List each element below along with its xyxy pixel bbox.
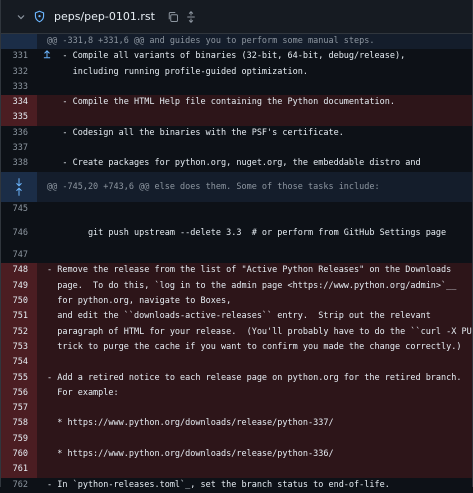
diff-line: 747 [1,248,472,264]
line-number: 750 [1,294,37,310]
line-number: 755 [1,370,37,386]
line-number: 760 [1,447,37,463]
line-number: 751 [1,309,37,325]
line-number: 337 [12,143,28,154]
diff-line: 332 including running profile-guided opt… [1,64,472,80]
diff-line: 745 [1,202,472,218]
diff-line: 746 git push upstream --delete 3.3 # or … [1,217,472,249]
deleted-line: 759 [1,431,472,448]
file-path[interactable]: peps/pep-0101.rst [54,10,155,23]
line-number: 334 [1,95,37,111]
line-number: 746 [12,227,28,238]
deleted-line: 754 [1,355,472,371]
deleted-line: 756 For example: [1,385,472,402]
deleted-line: 335 [1,110,472,126]
line-code: including running profile-guided optimiz… [47,66,308,77]
expand-all-icon[interactable] [185,10,197,23]
line-number: 758 [1,416,37,432]
deleted-line: 760 * https://www.python.org/downloads/r… [1,447,472,463]
copy-icon[interactable] [167,11,179,23]
line-code: For example: [37,385,472,402]
expand-both-icon[interactable] [1,171,37,203]
line-code: for python.org, navigate to Boxes, [37,294,472,310]
diff-line: 331 - Compile all variants of binaries (… [1,49,472,65]
line-code [37,355,472,371]
line-number: 745 [12,204,28,215]
line-number: 747 [12,250,28,261]
file-shield-icon [33,10,46,23]
line-number: 331 [12,51,28,62]
diff-line: 336 - Codesign all the binaries with the… [1,125,472,142]
line-code: page. To do this, `log in to the admin p… [37,278,472,295]
line-number: 761 [1,462,37,478]
line-code: and edit the ``downloads-active-releases… [37,309,472,325]
hunk-header: @@ -745,20 +743,6 @@ else does them. Som… [1,171,472,203]
line-number: 748 [1,263,37,279]
deleted-line: 751 and edit the ``downloads-active-rele… [1,309,472,325]
line-number: 753 [1,339,37,356]
file-header: peps/pep-0101.rst [1,0,472,34]
diff-line: 338 - Create packages for python.org, nu… [1,156,472,172]
line-number: 762 [12,479,28,490]
line-code: - Remove the release from the list of "A… [37,263,472,279]
line-number: 749 [1,278,37,295]
hunk-text: @@ -331,8 +331,6 @@ and guides you to pe… [37,34,472,50]
line-code: paragraph of HTML for your release. (You… [37,324,472,340]
deleted-line: 753 trick to purge the cache if you want… [1,339,472,356]
diff-line: 762 - In `python-releases.toml`_, set the… [1,477,472,493]
chevron-down-icon[interactable] [15,11,27,23]
diff-line: 337 [1,141,472,157]
deleted-line: 755- Add a retired notice to each releas… [1,370,472,386]
line-code: git push upstream --delete 3.3 # or perf… [47,227,447,238]
deleted-line: 757 [1,401,472,417]
line-code: - Compile the HTML Help file containing … [37,95,472,111]
diff-line: 333 [1,79,472,96]
hunk-text: @@ -745,20 +743,6 @@ else does them. Som… [37,171,472,203]
line-code: - In `python-releases.toml`_, set the br… [47,479,390,490]
line-number: 336 [12,127,28,138]
line-number: 759 [1,431,37,448]
line-number: 754 [1,355,37,371]
deleted-line: 752 paragraph of HTML for your release. … [1,324,472,340]
line-code: * https://www.python.org/downloads/relea… [37,416,472,432]
line-number: 332 [12,66,28,77]
line-code [37,110,472,126]
deleted-line: 758 * https://www.python.org/downloads/r… [1,416,472,432]
line-code: - Compile all variants of binaries (32-b… [47,51,406,62]
line-number: 757 [1,401,37,417]
line-code: - Create packages for python.org, nuget.… [47,158,421,169]
deleted-line: 748- Remove the release from the list of… [1,263,472,279]
line-code: - Codesign all the binaries with the PSF… [47,127,344,138]
deleted-line: 750 for python.org, navigate to Boxes, [1,294,472,310]
diff-file: peps/pep-0101.rst @@ -331,8 +331,6 @@ an… [0,0,473,493]
line-number: 333 [12,81,28,92]
line-number: 752 [1,324,37,340]
line-number: 756 [1,385,37,402]
deleted-line: 761 [1,462,472,478]
deleted-line: 749 page. To do this, `log in to the adm… [1,278,472,295]
diff-body: @@ -331,8 +331,6 @@ and guides you to pe… [1,34,472,493]
line-code: - Add a retired notice to each release p… [37,370,472,386]
line-code: * https://www.python.org/downloads/relea… [37,447,472,463]
line-code: trick to purge the cache if you want to … [37,339,472,356]
line-number: 338 [12,158,28,169]
line-code [37,462,472,478]
hunk-header: @@ -331,8 +331,6 @@ and guides you to pe… [1,34,472,59]
deleted-line: 334 - Compile the HTML Help file contain… [1,95,472,111]
line-number: 335 [1,110,37,126]
expand-up-icon[interactable] [1,34,51,59]
line-code [37,431,472,448]
line-code [37,401,472,417]
